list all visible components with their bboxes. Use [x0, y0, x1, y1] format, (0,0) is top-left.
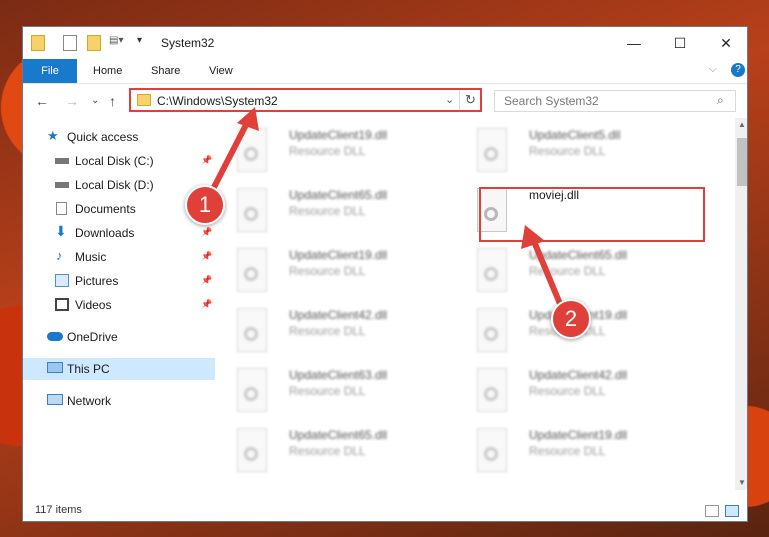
- annotation-arrows: [206, 107, 566, 313]
- arrow-1-shaft: [206, 117, 252, 199]
- step-badge-1: 1: [185, 185, 225, 225]
- step-badge-2: 2: [551, 299, 591, 339]
- explorer-window: ▤▾ ▾ System32 — ☐ ✕ File Home Share View…: [22, 26, 748, 522]
- arrow-2-shaft: [530, 237, 566, 313]
